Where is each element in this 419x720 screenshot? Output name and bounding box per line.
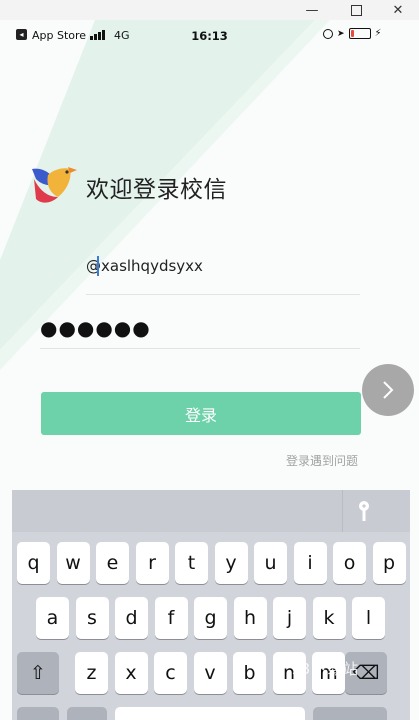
- key-u[interactable]: u: [254, 542, 287, 584]
- globe-key[interactable]: [67, 707, 107, 720]
- key-a[interactable]: a: [36, 597, 69, 639]
- watermark: 78下载站: [290, 660, 360, 678]
- key-r[interactable]: r: [135, 542, 169, 584]
- space-key[interactable]: [115, 707, 305, 720]
- key-k[interactable]: k: [312, 597, 346, 639]
- key-w[interactable]: w: [56, 542, 90, 584]
- key-o[interactable]: o: [333, 542, 366, 584]
- key-x[interactable]: x: [114, 652, 148, 694]
- return-key[interactable]: [313, 707, 387, 720]
- close-icon[interactable]: ✕: [384, 0, 412, 20]
- key-d[interactable]: d: [115, 597, 148, 639]
- key-f[interactable]: f: [154, 597, 188, 639]
- key-v[interactable]: v: [193, 652, 227, 694]
- key-q[interactable]: q: [17, 542, 50, 584]
- maximize-icon[interactable]: [342, 0, 370, 20]
- text-caret: [97, 256, 99, 276]
- keyboard-toolbar: [12, 490, 410, 532]
- key-z[interactable]: z: [75, 652, 108, 694]
- minimize-icon[interactable]: —: [298, 0, 326, 20]
- key-l[interactable]: l: [352, 597, 385, 639]
- password-key-icon[interactable]: [342, 490, 385, 532]
- orientation-lock-icon: [323, 28, 333, 39]
- welcome-title: 欢迎登录校信: [86, 177, 227, 203]
- username-value[interactable]: @xaslhqydsyxx: [86, 257, 203, 275]
- key-h[interactable]: h: [233, 597, 267, 639]
- key-g[interactable]: g: [194, 597, 227, 639]
- status-bar: ◂ App Store 4G 16:13 ➤ ⚡: [0, 20, 419, 52]
- login-button[interactable]: 登录: [41, 392, 361, 435]
- charging-icon: ⚡: [374, 28, 382, 39]
- key-b[interactable]: b: [233, 652, 266, 694]
- key-s[interactable]: s: [75, 597, 109, 639]
- key-i[interactable]: i: [293, 542, 327, 584]
- key-t[interactable]: t: [175, 542, 208, 584]
- numbers-key[interactable]: [17, 707, 59, 720]
- key-c[interactable]: c: [154, 652, 187, 694]
- window-title-bar: — ✕: [0, 0, 419, 20]
- shift-key[interactable]: ⇧: [17, 652, 59, 694]
- password-input[interactable]: ●●●●●●: [40, 312, 360, 349]
- location-icon: ➤: [337, 28, 345, 39]
- key-e[interactable]: e: [96, 542, 129, 584]
- password-value[interactable]: ●●●●●●: [40, 316, 151, 340]
- chevron-right-icon[interactable]: [362, 364, 414, 416]
- login-help-link[interactable]: 登录遇到问题: [286, 452, 358, 469]
- status-right-icons: ➤ ⚡: [323, 28, 382, 39]
- key-y[interactable]: y: [214, 542, 248, 584]
- phone-screen: ◂ App Store 4G 16:13 ➤ ⚡ 欢迎登录校信 @xaslhqy…: [0, 20, 419, 720]
- username-input[interactable]: @xaslhqydsyxx: [86, 254, 360, 295]
- key-j[interactable]: j: [273, 597, 306, 639]
- battery-icon: [348, 28, 371, 39]
- key-p[interactable]: p: [372, 542, 406, 584]
- app-logo-icon: [32, 167, 77, 203]
- keyboard: q w e r t y u i o p a s d f g h j k l ⇧ z x c v b n m ⌫: [12, 490, 410, 720]
